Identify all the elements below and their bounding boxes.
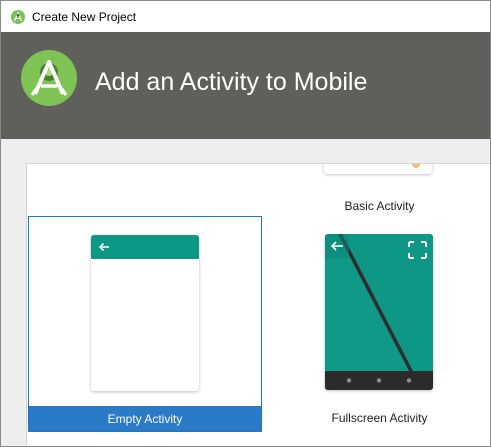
fullscreen-activity-label: Fullscreen Activity [331, 411, 428, 425]
activity-gallery[interactable]: Basic Activity Empty Activity Fullscreen… [26, 163, 490, 446]
window-title: Create New Project [32, 9, 137, 24]
back-arrow-icon [98, 242, 109, 252]
fullscreen-activity-preview [325, 234, 433, 390]
create-project-window: Create New Project Add an Activity to Mo… [0, 0, 491, 447]
android-studio-icon [11, 9, 25, 24]
fullscreen-activity-tile[interactable]: Fullscreen Activity [287, 216, 472, 432]
content-area: Basic Activity Empty Activity Fullscreen… [1, 139, 490, 446]
empty-activity-preview [91, 235, 199, 391]
page-title: Add an Activity to Mobile [95, 68, 368, 96]
basic-activity-label[interactable]: Basic Activity [287, 199, 472, 213]
android-studio-logo [21, 50, 77, 106]
title-bar: Create New Project [1, 1, 490, 32]
basic-activity-preview[interactable] [324, 164, 432, 174]
empty-activity-label: Empty Activity [29, 406, 261, 431]
fab-icon [412, 164, 420, 168]
app-bar [91, 235, 199, 259]
wizard-header: Add an Activity to Mobile [1, 32, 490, 139]
empty-activity-tile[interactable]: Empty Activity [28, 216, 262, 432]
fullscreen-preview-graphic [325, 234, 433, 390]
